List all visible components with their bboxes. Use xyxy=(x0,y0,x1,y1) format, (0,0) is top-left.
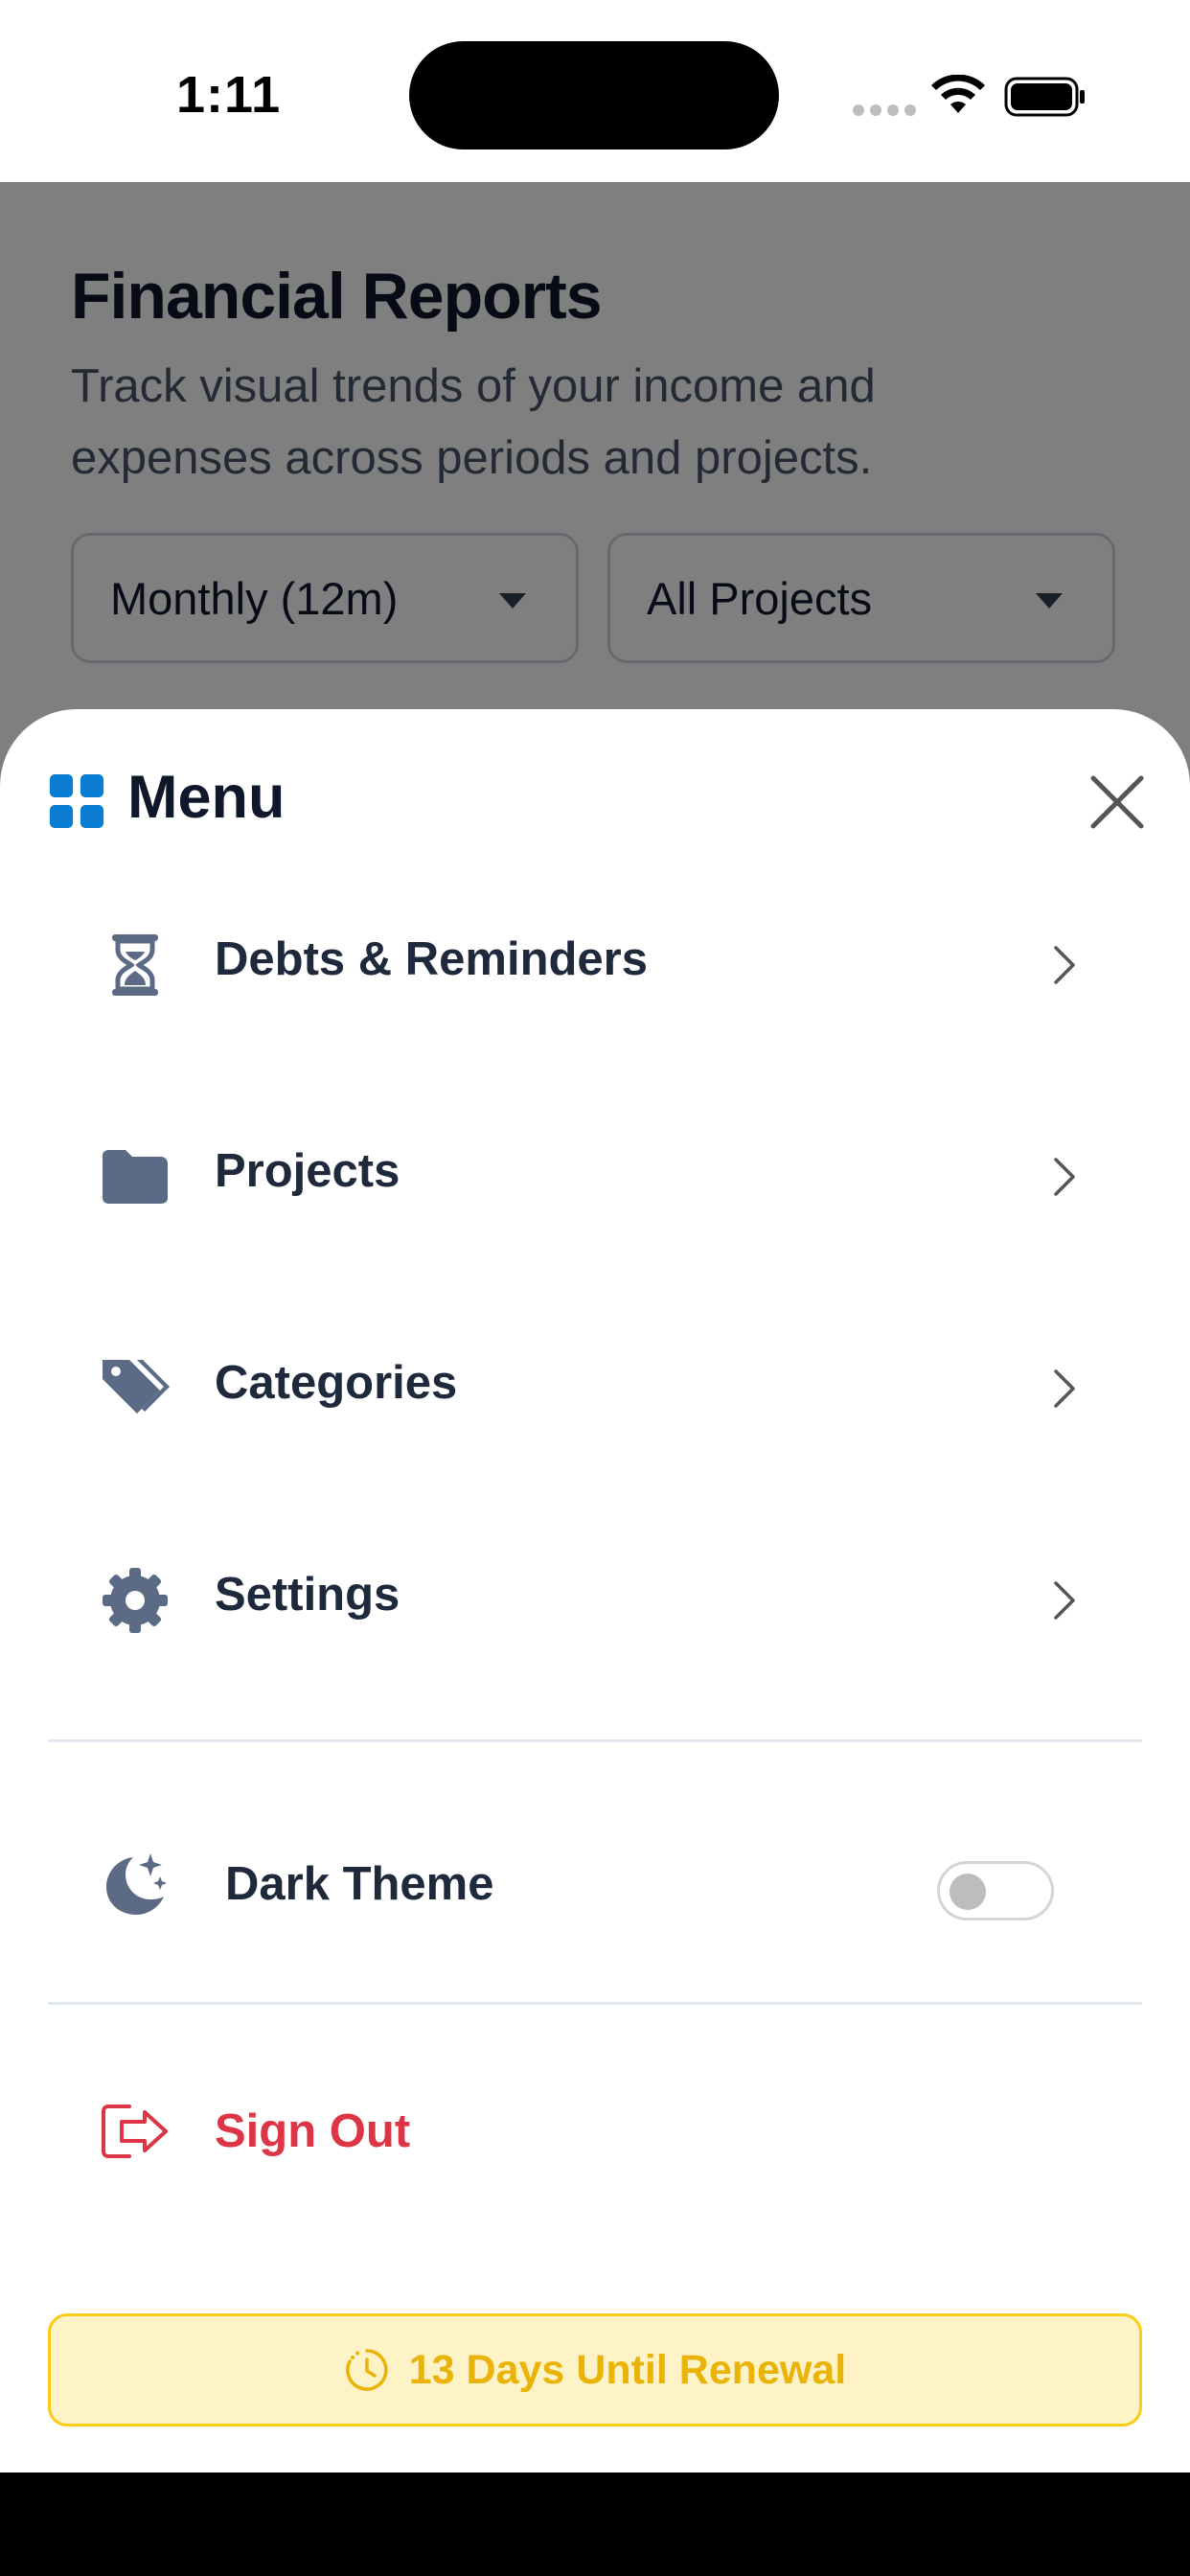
clock-icon xyxy=(345,2349,388,2391)
sign-out-button[interactable]: Sign Out xyxy=(0,2060,1190,2214)
menu-item-label: Debts & Reminders xyxy=(215,933,649,985)
close-icon[interactable] xyxy=(1089,774,1145,830)
dark-theme-row: Dark Theme xyxy=(0,1802,1190,1974)
menu-item-label: Categories xyxy=(215,1357,458,1409)
moon-stars-icon xyxy=(106,1853,167,1915)
menu-sheet: Menu Debts & Reminders Projects Categori… xyxy=(0,709,1190,2472)
divider xyxy=(48,2002,1142,2005)
menu-item-projects[interactable]: Projects xyxy=(0,1079,1190,1271)
folder-icon xyxy=(103,1150,168,1204)
battery-icon xyxy=(1004,77,1085,117)
chevron-right-icon xyxy=(1054,1369,1075,1408)
cellular-signal-icon xyxy=(853,104,922,121)
menu-item-settings[interactable]: Settings xyxy=(0,1503,1190,1694)
sign-out-icon xyxy=(102,2104,168,2158)
menu-title: Menu xyxy=(127,764,286,831)
toggle-knob xyxy=(950,1874,986,1910)
grid-icon xyxy=(50,774,103,828)
hourglass-icon xyxy=(112,934,158,996)
dark-theme-label: Dark Theme xyxy=(225,1858,494,1910)
menu-item-label: Projects xyxy=(215,1145,400,1197)
chevron-right-icon xyxy=(1054,1581,1075,1620)
tags-icon xyxy=(103,1360,170,1414)
sign-out-label: Sign Out xyxy=(215,2105,411,2157)
gear-icon xyxy=(103,1568,168,1633)
divider xyxy=(48,1739,1142,1742)
menu-header: Menu xyxy=(0,709,1190,853)
wifi-icon xyxy=(931,75,985,113)
chevron-right-icon xyxy=(1054,946,1075,984)
status-time: 1:11 xyxy=(176,66,282,124)
chevron-right-icon xyxy=(1054,1158,1075,1196)
renewal-label: 13 Days Until Renewal xyxy=(408,2346,847,2393)
menu-item-categories[interactable]: Categories xyxy=(0,1291,1190,1483)
status-bar: 1:11 xyxy=(0,0,1190,182)
dark-theme-toggle[interactable] xyxy=(937,1861,1054,1920)
menu-item-debts-reminders[interactable]: Debts & Reminders xyxy=(0,867,1190,1059)
home-indicator-bar xyxy=(0,2472,1190,2576)
renewal-banner[interactable]: 13 Days Until Renewal xyxy=(48,2313,1142,2426)
menu-item-label: Settings xyxy=(215,1569,400,1621)
dynamic-island xyxy=(409,41,779,150)
